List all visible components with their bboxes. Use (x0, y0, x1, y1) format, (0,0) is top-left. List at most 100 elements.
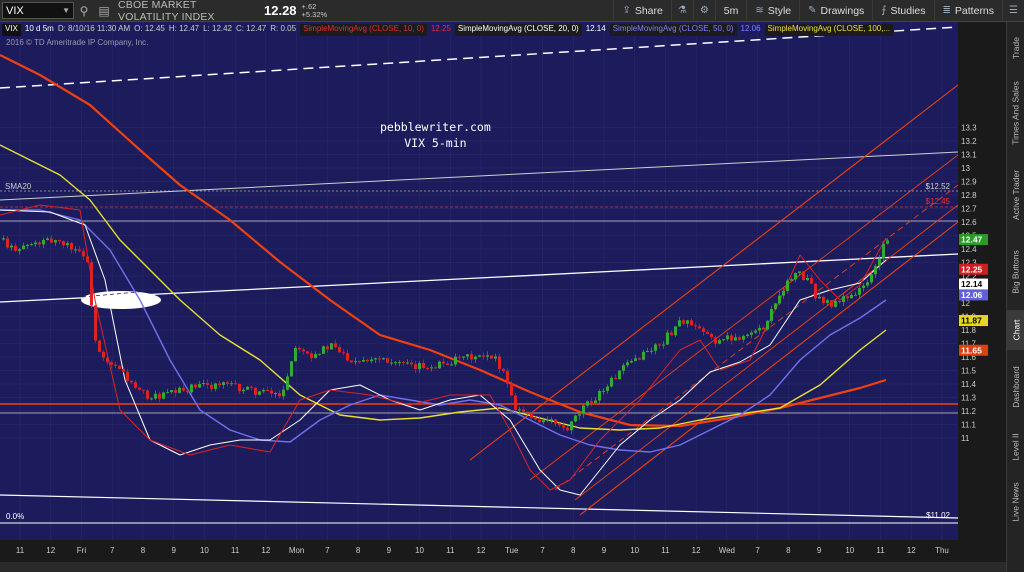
candle-body (770, 309, 773, 321)
bar-open: O: 12.45 (134, 24, 165, 33)
candle-body (574, 415, 577, 422)
gear-icon: ⚙ (699, 5, 709, 16)
candle-body (542, 420, 545, 423)
candle-body (398, 362, 401, 364)
tab-level-ii[interactable]: Level II (1007, 424, 1024, 470)
time-tick-label: Tue (505, 546, 519, 555)
price-tick-label: 11.2 (961, 407, 977, 416)
tab-live-news[interactable]: Live News (1007, 472, 1024, 532)
candle-body (314, 353, 317, 359)
share-button[interactable]: ⇪ Share (613, 0, 670, 22)
chart-area[interactable]: 13.313.213.11312.912.812.712.612.512.412… (0, 22, 1006, 572)
bar-range: R: 0.05 (270, 24, 297, 33)
time-tick-label: 7 (540, 546, 545, 555)
candle-body (462, 356, 465, 358)
candle-body (430, 367, 433, 369)
candle-body (310, 353, 313, 359)
time-tick-label: Fri (77, 546, 87, 555)
candle-body (658, 344, 661, 346)
time-tick-label: 7 (325, 546, 330, 555)
candle-body (422, 363, 425, 369)
candle-body (514, 395, 517, 410)
menu-button[interactable]: ☰ (1002, 0, 1024, 22)
chart-background (0, 22, 958, 540)
studies-button[interactable]: ⨍ Studies (872, 0, 933, 22)
chart-toolbar: VIX ▼ ⚲ ▤ CBOE MARKET VOLATILITY INDEX 1… (0, 0, 1024, 23)
price-tick-label: 12.4 (961, 245, 977, 254)
candle-body (130, 380, 133, 383)
time-tick-label: 9 (602, 546, 607, 555)
candle-body (686, 320, 689, 324)
time-tick-label: Wed (719, 546, 735, 555)
candle-body (578, 414, 581, 416)
candle-body (442, 361, 445, 364)
bar-date: D: 8/10/16 11:30 AM (57, 24, 131, 33)
drawings-button[interactable]: ✎ Drawings (799, 0, 872, 22)
time-tick-label: 12 (46, 546, 55, 555)
candle-body (210, 384, 213, 389)
candle-body (10, 245, 13, 248)
candle-body (202, 383, 205, 385)
style-button[interactable]: ≋ Style (746, 0, 799, 22)
time-tick-label: 10 (415, 546, 424, 555)
candle-body (730, 335, 733, 341)
settings-button[interactable]: ⚙ (692, 0, 715, 22)
last-price: 12.28 (264, 3, 297, 18)
price-chart[interactable]: 13.313.213.11312.912.812.712.612.512.412… (0, 22, 1006, 572)
candle-body (134, 382, 137, 388)
symbol-selector[interactable]: VIX ▼ (2, 2, 74, 19)
tab-dashboard[interactable]: Dashboard (1007, 352, 1024, 422)
candle-body (818, 296, 821, 299)
candle-body (842, 296, 845, 303)
time-tick-label: Mon (289, 546, 305, 555)
level-1245-label: $12.45 (926, 197, 951, 206)
candle-body (726, 335, 729, 340)
candle-body (110, 362, 113, 365)
candle-body (674, 326, 677, 336)
candle-body (694, 325, 697, 327)
candle-body (154, 393, 157, 399)
candle-body (290, 361, 293, 377)
candle-body (786, 280, 789, 291)
candle-body (338, 347, 341, 353)
tab-label: Active Trader (1011, 169, 1022, 221)
tab-big-buttons[interactable]: Big Buttons (1007, 236, 1024, 308)
candle-body (94, 305, 97, 341)
tab-chart[interactable]: Chart (1007, 310, 1024, 350)
candle-body (474, 356, 477, 360)
candle-body (662, 344, 665, 346)
price-tick-label: 13.2 (961, 137, 977, 146)
options-chain-icon[interactable]: ▤ (94, 4, 114, 18)
percent-change: +5.32% (301, 9, 328, 19)
candle-body (98, 340, 101, 352)
candle-body (582, 405, 585, 415)
candle-body (626, 362, 629, 366)
candle-body (214, 383, 217, 389)
candle-body (606, 386, 609, 391)
candle-body (114, 364, 117, 366)
candle-body (270, 390, 273, 394)
flask-button[interactable]: ⚗ (670, 0, 693, 22)
candle-body (122, 368, 125, 372)
candle-body (46, 238, 49, 240)
price-tick-label: 13.3 (961, 124, 977, 133)
price-tick-label: 11.3 (961, 394, 977, 403)
time-tick-label: 8 (786, 546, 791, 555)
candle-body (342, 352, 345, 354)
candle-body (886, 240, 889, 244)
chart-watermark: pebblewriter.com VIX 5-min (380, 119, 491, 151)
tab-trade[interactable]: Trade (1007, 26, 1024, 70)
tab-times-and-sales[interactable]: Times And Sales (1007, 72, 1024, 154)
interval-button[interactable]: 5m (714, 0, 747, 22)
bar-low: L: 12.42 (203, 24, 233, 33)
price-badge-label: 11.87 (961, 316, 982, 326)
link-icon[interactable]: ⚲ (74, 4, 94, 18)
patterns-button[interactable]: ≣ Patterns (933, 0, 1003, 22)
candle-body (230, 383, 233, 385)
candle-body (26, 244, 29, 246)
candle-body (790, 279, 793, 281)
price-tick-label: 11 (961, 434, 970, 443)
tab-active-trader[interactable]: Active Trader (1007, 156, 1024, 234)
candle-body (710, 334, 713, 338)
time-tick-label: 11 (876, 546, 885, 555)
